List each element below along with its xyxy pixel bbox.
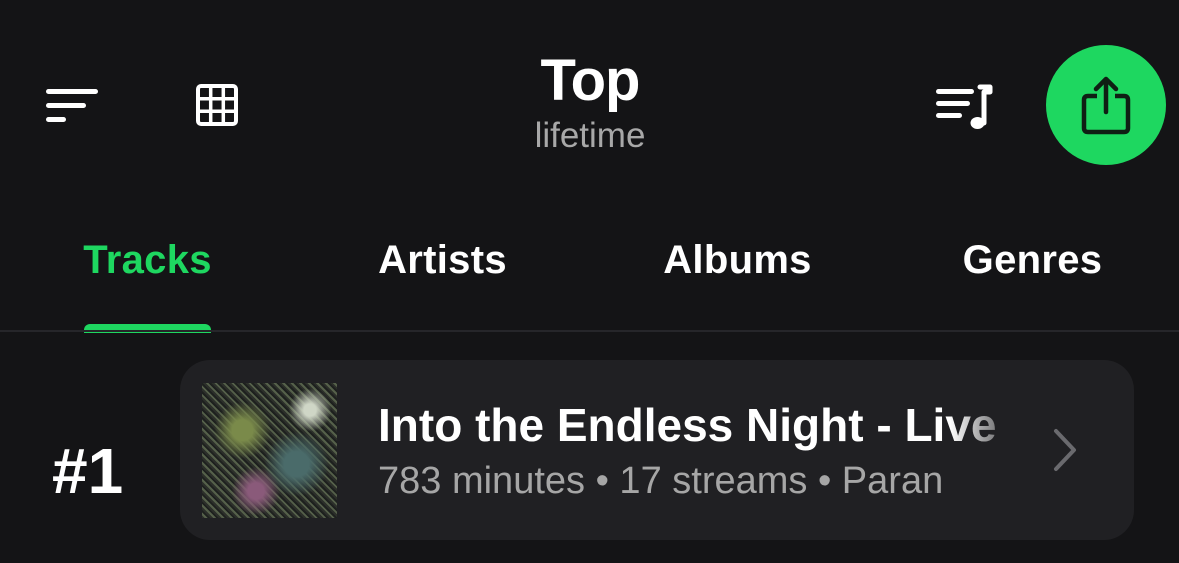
tab-artists[interactable]: Artists [355,225,530,295]
tabs-divider [0,330,1179,332]
share-button[interactable] [1046,45,1166,165]
category-tabs: Tracks Artists Albums Genres [0,225,1179,333]
tab-tracks[interactable]: Tracks [70,225,225,295]
grid-icon [196,84,238,126]
tab-albums[interactable]: Albums [645,225,830,295]
track-title: Into the Endless Night - Live [378,399,997,451]
album-cover [202,383,337,518]
filter-button[interactable] [40,80,104,130]
top-header: Top lifetime [0,0,1179,200]
filter-icon [46,89,98,122]
track-meta: 783 minutes • 17 streams • Paran [378,460,944,502]
track-list-item[interactable]: Into the Endless Night - Live 783 minute… [180,360,1134,540]
playlist-button[interactable] [930,80,996,136]
track-rank: #1 [52,435,124,507]
tab-genres[interactable]: Genres [945,225,1120,295]
page-subtitle: lifetime [534,116,646,155]
grid-view-button[interactable] [190,80,244,130]
chevron-right-icon [1054,429,1076,471]
page-title: Top [540,48,641,113]
header-title-group: Top lifetime [440,48,740,156]
share-icon [1081,76,1131,135]
playlist-music-icon [936,84,993,129]
